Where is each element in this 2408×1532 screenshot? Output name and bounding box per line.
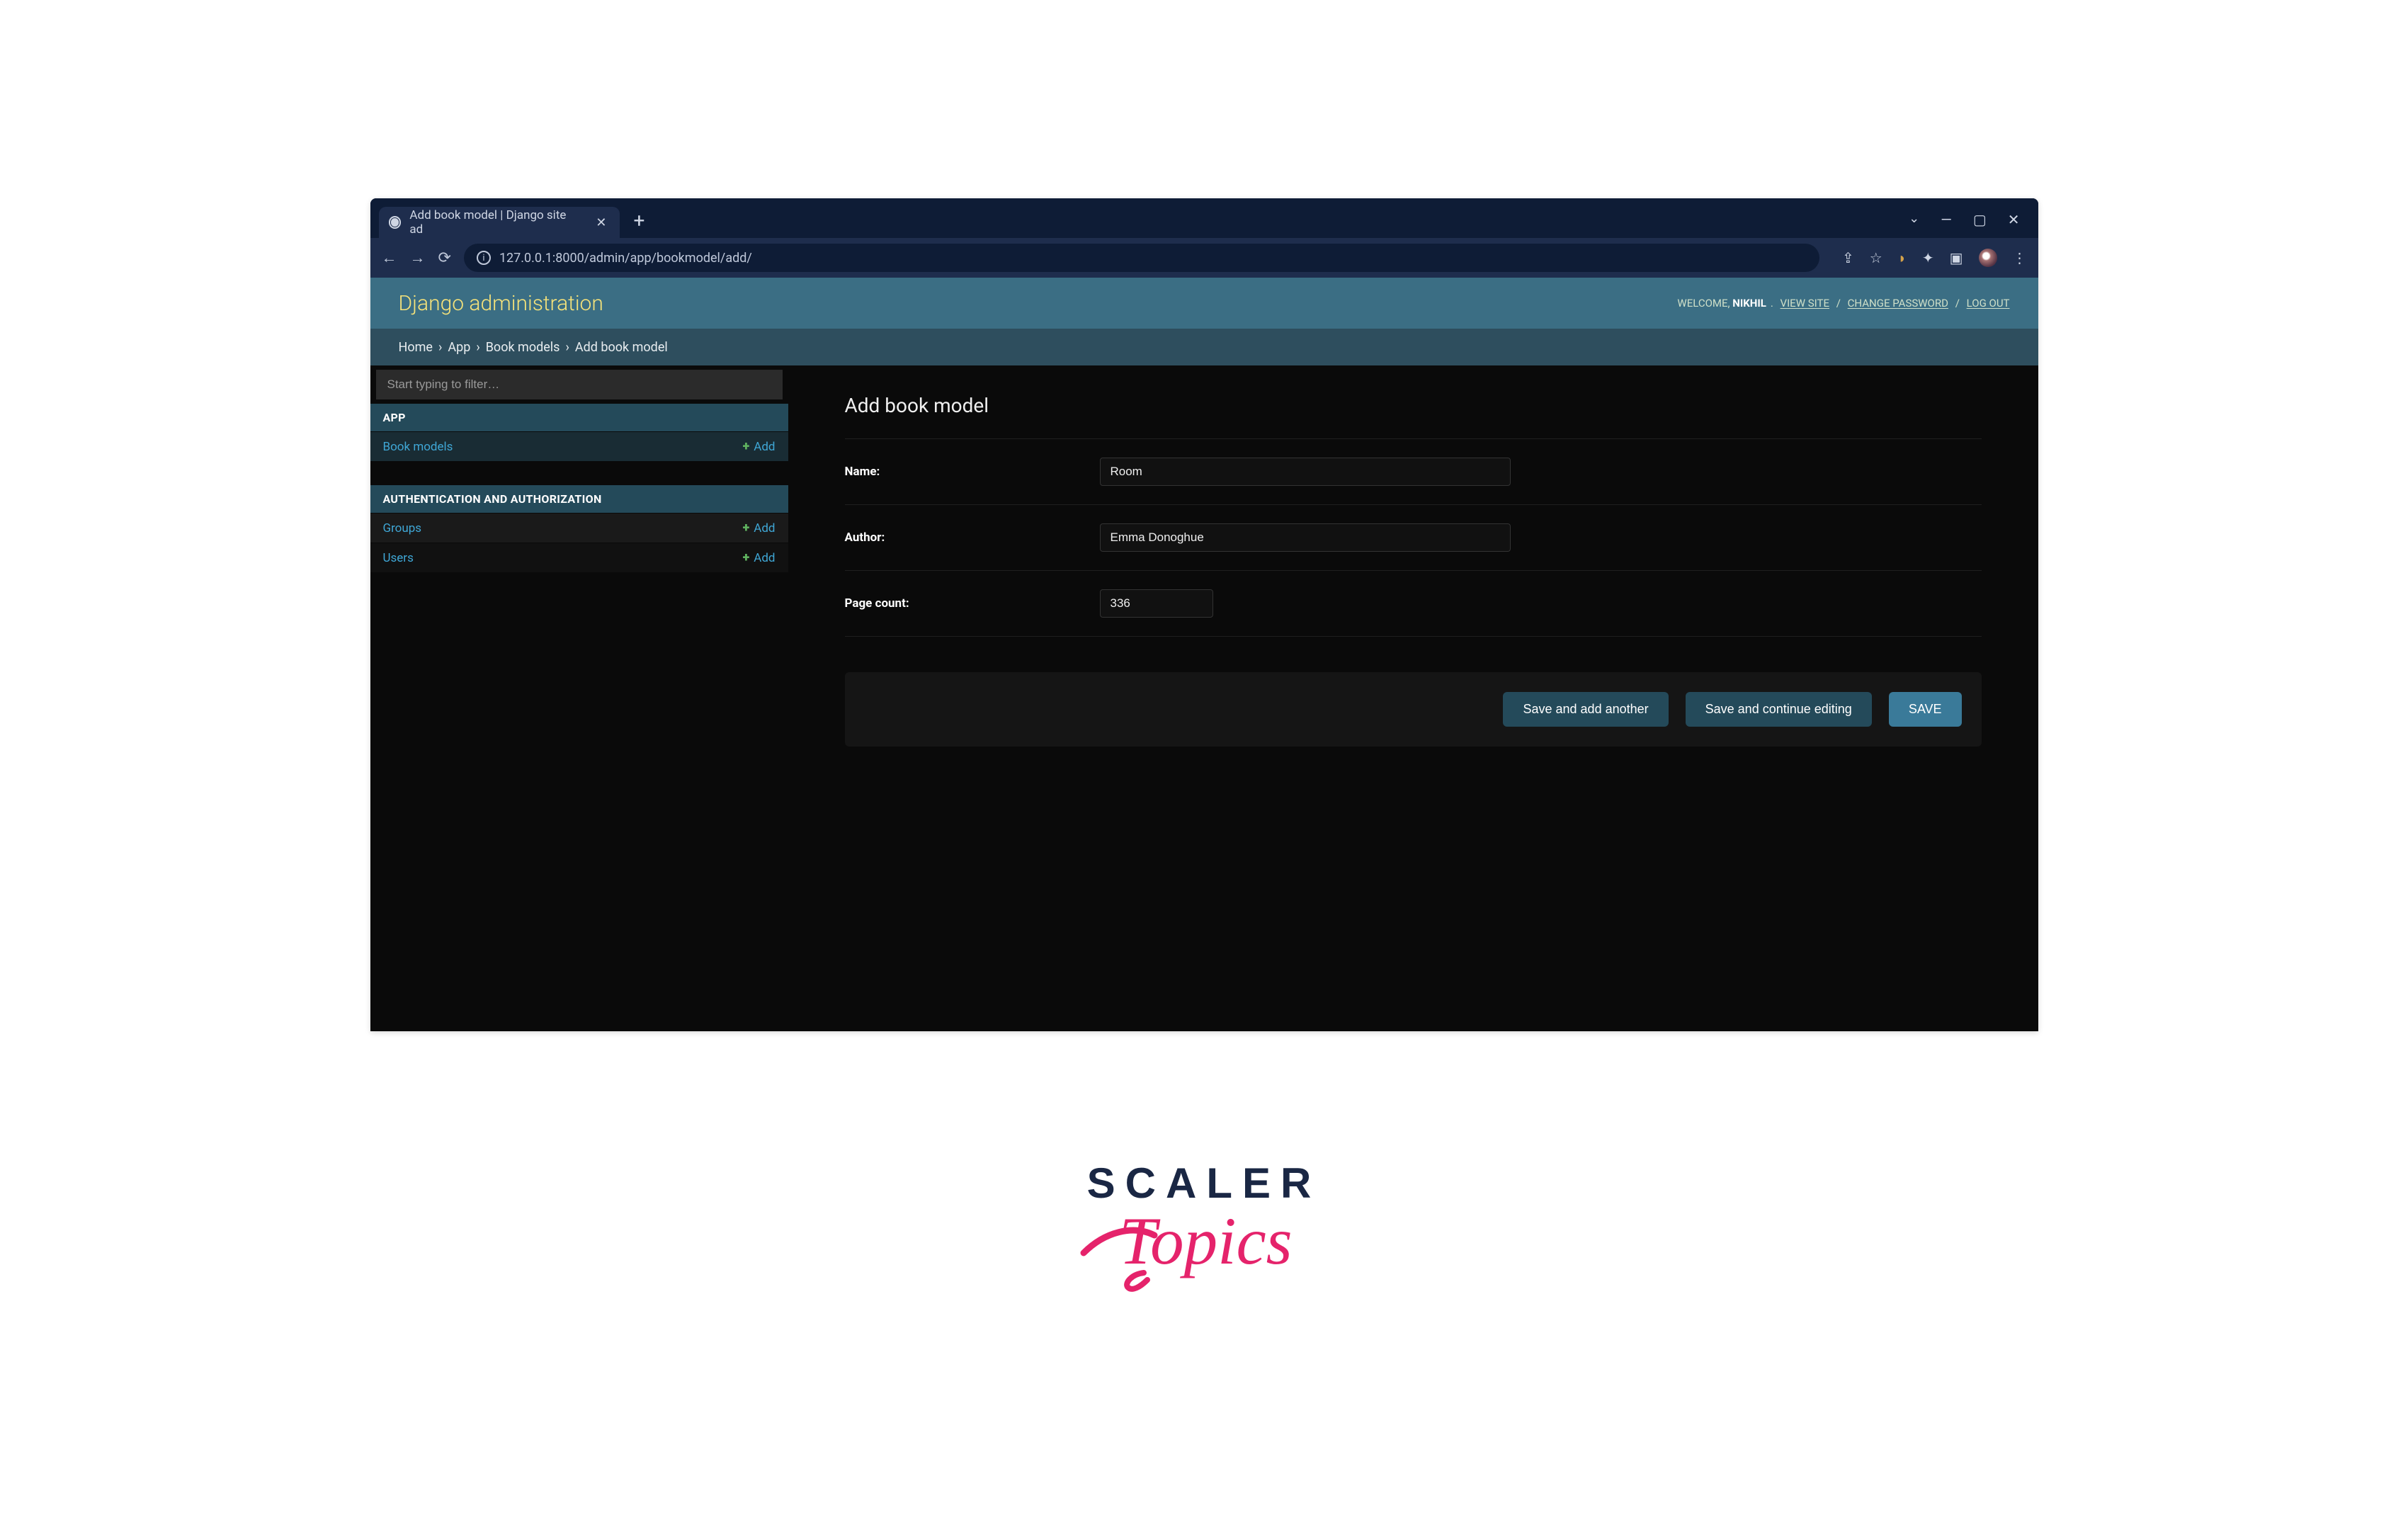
address-bar: ← → ⟳ i 127.0.0.1:8000/admin/app/bookmod… (370, 238, 2038, 278)
minimize-icon[interactable]: — (1941, 211, 1952, 228)
sidebar-app-caption: APP (370, 404, 788, 431)
url-text: 127.0.0.1:8000/admin/app/bookmodel/add/ (499, 251, 752, 266)
name-input[interactable] (1100, 458, 1511, 486)
plus-icon: + (743, 550, 750, 565)
logo-line2: Topics (1077, 1203, 1331, 1295)
view-site-link[interactable]: VIEW SITE (1781, 297, 1829, 310)
close-icon[interactable]: ✕ (2008, 211, 2020, 228)
form-row-author: Author: (845, 505, 1982, 571)
save-add-another-button[interactable]: Save and add another (1503, 692, 1668, 727)
url-field[interactable]: i 127.0.0.1:8000/admin/app/bookmodel/add… (464, 244, 1819, 272)
site-title: Django administration (399, 291, 603, 316)
window-title-bar: Add book model | Django site ad ✕ + ⌄ — … (370, 198, 2038, 238)
main-panel: Add book model Name: Author: Page count:… (788, 365, 2038, 1031)
share-icon[interactable]: ⇪ (1842, 249, 1854, 266)
browser-window: Add book model | Django site ad ✕ + ⌄ — … (370, 198, 2038, 1031)
star-icon[interactable]: ☆ (1870, 249, 1882, 266)
sidebar-filter-input[interactable] (376, 370, 783, 399)
welcome-label: WELCOME, (1677, 297, 1730, 310)
tab-title: Add book model | Django site ad (409, 208, 581, 237)
logo-line1: SCALER (1077, 1159, 1331, 1208)
panel-icon[interactable]: ▣ (1950, 249, 1963, 266)
plus-icon: + (743, 439, 750, 454)
profile-avatar[interactable] (1979, 249, 1997, 267)
breadcrumb-current: Add book model (575, 340, 668, 355)
content: « APP Book models + Add AUTHENTICATION A… (370, 365, 2038, 1031)
name-label: Name: (845, 465, 1100, 479)
breadcrumb-app[interactable]: App (448, 340, 470, 355)
save-button[interactable]: SAVE (1889, 692, 1962, 727)
submit-row: Save and add another Save and continue e… (845, 672, 1982, 747)
username: NIKHIL (1732, 297, 1766, 310)
add-group-link[interactable]: + Add (743, 521, 776, 535)
save-continue-button[interactable]: Save and continue editing (1686, 692, 1872, 727)
form-row-name: Name: (845, 438, 1982, 505)
user-tools: WELCOME, NIKHIL. VIEW SITE / CHANGE PASS… (1677, 297, 2009, 310)
maximize-icon[interactable]: ▢ (1973, 211, 1987, 228)
model-link[interactable]: Users (383, 551, 414, 565)
chevron-down-icon[interactable]: ⌄ (1909, 211, 1919, 228)
page-title: Add book model (845, 394, 1982, 417)
breadcrumb: Home › App › Book models › Add book mode… (370, 329, 2038, 365)
browser-tab[interactable]: Add book model | Django site ad ✕ (379, 207, 620, 238)
sidebar-item-book-models[interactable]: Book models + Add (370, 431, 788, 461)
author-label: Author: (845, 530, 1100, 545)
window-controls: ⌄ — ▢ ✕ (1909, 211, 2029, 238)
plus-icon: + (743, 521, 750, 535)
back-icon[interactable]: ← (382, 249, 397, 267)
breadcrumb-home[interactable]: Home (399, 340, 433, 355)
sidebar-item-groups[interactable]: Groups + Add (370, 513, 788, 543)
toolbar-right: ⇪ ☆ ◗ ✦ ▣ ⋮ (1842, 249, 2026, 267)
add-book-model-link[interactable]: + Add (743, 439, 776, 454)
globe-icon (389, 216, 402, 229)
logout-link[interactable]: LOG OUT (1967, 297, 2010, 310)
sidebar-item-users[interactable]: Users + Add (370, 543, 788, 572)
sidebar-auth-caption: AUTHENTICATION AND AUTHORIZATION (370, 485, 788, 513)
forward-icon[interactable]: → (410, 249, 426, 267)
site-info-icon[interactable]: i (477, 251, 491, 265)
extensions-icon[interactable]: ✦ (1922, 249, 1934, 266)
page-count-input[interactable] (1100, 589, 1213, 618)
reload-icon[interactable]: ⟳ (438, 249, 451, 267)
new-tab-button[interactable]: + (634, 209, 645, 232)
sidebar: APP Book models + Add AUTHENTICATION AND… (370, 365, 788, 1031)
page-count-label: Page count: (845, 596, 1100, 611)
menu-icon[interactable]: ⋮ (2013, 249, 2027, 266)
svg-text:Topics: Topics (1119, 1203, 1293, 1278)
breadcrumb-model[interactable]: Book models (486, 340, 560, 355)
django-header: Django administration WELCOME, NIKHIL. V… (370, 278, 2038, 329)
cookie-icon[interactable]: ◗ (1898, 249, 1907, 267)
author-input[interactable] (1100, 523, 1511, 552)
model-link[interactable]: Book models (383, 440, 453, 454)
model-link[interactable]: Groups (383, 521, 422, 535)
change-password-link[interactable]: CHANGE PASSWORD (1848, 297, 1948, 310)
add-user-link[interactable]: + Add (743, 550, 776, 565)
tab-close-icon[interactable]: ✕ (596, 215, 606, 230)
scaler-logo: SCALER Topics (1077, 1159, 1331, 1295)
form-row-page-count: Page count: (845, 571, 1982, 637)
